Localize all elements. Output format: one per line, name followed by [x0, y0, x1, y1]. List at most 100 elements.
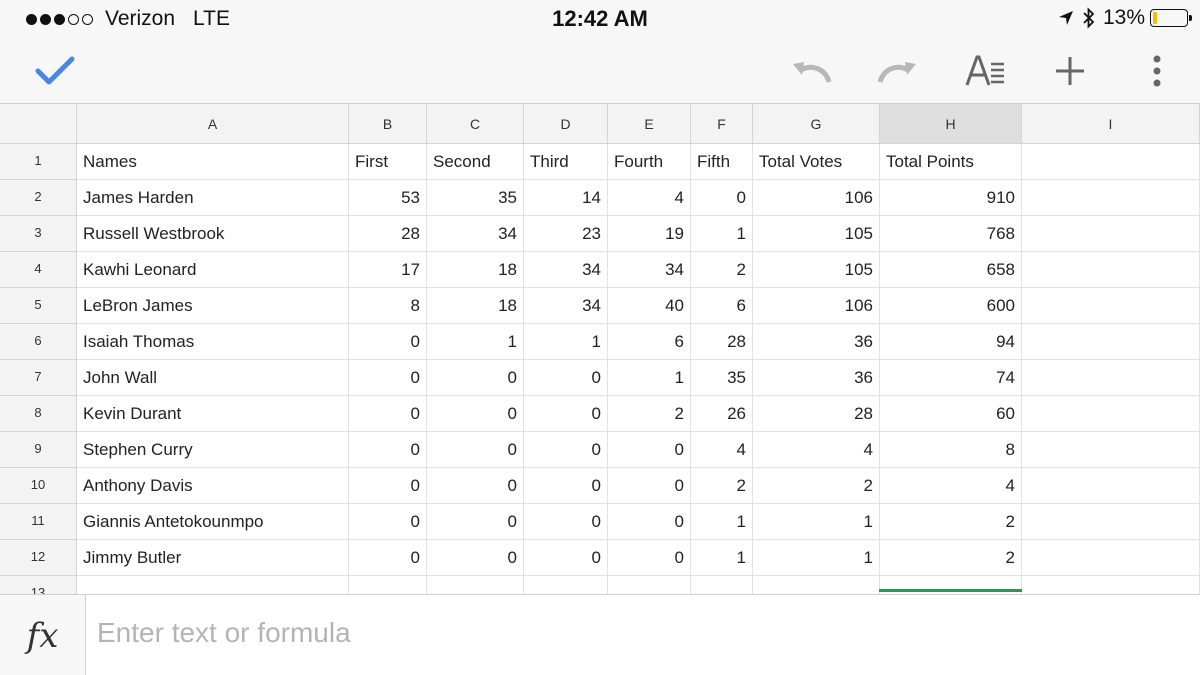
cell-d6[interactable]: 1 [524, 324, 608, 360]
cell-e5[interactable]: 40 [608, 288, 691, 324]
cell-c12[interactable]: 0 [427, 540, 524, 576]
cell-c7[interactable]: 0 [427, 360, 524, 396]
cell-b10[interactable]: 0 [349, 468, 427, 504]
cell-e8[interactable]: 2 [608, 396, 691, 432]
row-header[interactable]: 12 [0, 540, 77, 576]
cell-b8[interactable]: 0 [349, 396, 427, 432]
cell-e9[interactable]: 0 [608, 432, 691, 468]
redo-button[interactable] [873, 46, 923, 96]
cell-i12[interactable] [1022, 540, 1200, 576]
cell-g3[interactable]: 105 [753, 216, 880, 252]
cell-a6[interactable]: Isaiah Thomas [77, 324, 349, 360]
cell-b2[interactable]: 53 [349, 180, 427, 216]
cell-d9[interactable]: 0 [524, 432, 608, 468]
more-options-button[interactable] [1132, 46, 1182, 96]
cell-g8[interactable]: 28 [753, 396, 880, 432]
cell-a3[interactable]: Russell Westbrook [77, 216, 349, 252]
cell-b9[interactable]: 0 [349, 432, 427, 468]
row-header[interactable]: 1 [0, 144, 77, 180]
column-header-a[interactable]: A [77, 104, 349, 144]
cell-b1[interactable]: First [349, 144, 427, 180]
cell-i9[interactable] [1022, 432, 1200, 468]
cell-h12[interactable]: 2 [880, 540, 1022, 576]
cell-d7[interactable]: 0 [524, 360, 608, 396]
cell-f6[interactable]: 28 [691, 324, 753, 360]
cell-e12[interactable]: 0 [608, 540, 691, 576]
row-header[interactable]: 9 [0, 432, 77, 468]
cell-g6[interactable]: 36 [753, 324, 880, 360]
cell-d8[interactable]: 0 [524, 396, 608, 432]
cell-a8[interactable]: Kevin Durant [77, 396, 349, 432]
undo-button[interactable] [786, 46, 836, 96]
formula-input[interactable] [97, 611, 1187, 655]
cell-e11[interactable]: 0 [608, 504, 691, 540]
cell-i6[interactable] [1022, 324, 1200, 360]
cell-h5[interactable]: 600 [880, 288, 1022, 324]
cell-a9[interactable]: Stephen Curry [77, 432, 349, 468]
cell-i8[interactable] [1022, 396, 1200, 432]
row-header[interactable]: 3 [0, 216, 77, 252]
cell-f5[interactable]: 6 [691, 288, 753, 324]
cell-i2[interactable] [1022, 180, 1200, 216]
cell-a2[interactable]: James Harden [77, 180, 349, 216]
cell-e2[interactable]: 4 [608, 180, 691, 216]
row-header[interactable]: 13 [0, 576, 77, 594]
done-button[interactable] [30, 46, 80, 96]
cell-b5[interactable]: 8 [349, 288, 427, 324]
cell-c1[interactable]: Second [427, 144, 524, 180]
cell-e6[interactable]: 6 [608, 324, 691, 360]
cell-h7[interactable]: 74 [880, 360, 1022, 396]
cell-c13[interactable] [427, 576, 524, 594]
spreadsheet-grid[interactable]: ABCDEFGHI 1 Names First Second Third Fourth Fi… [0, 104, 1200, 594]
cell-c5[interactable]: 18 [427, 288, 524, 324]
cell-c9[interactable]: 0 [427, 432, 524, 468]
cell-i11[interactable] [1022, 504, 1200, 540]
cell-h4[interactable]: 658 [880, 252, 1022, 288]
cell-b12[interactable]: 0 [349, 540, 427, 576]
cell-g4[interactable]: 105 [753, 252, 880, 288]
cell-b13[interactable] [349, 576, 427, 594]
cell-g12[interactable]: 1 [753, 540, 880, 576]
cell-g9[interactable]: 4 [753, 432, 880, 468]
cell-h2[interactable]: 910 [880, 180, 1022, 216]
cell-f3[interactable]: 1 [691, 216, 753, 252]
cell-a1[interactable]: Names [77, 144, 349, 180]
cell-c8[interactable]: 0 [427, 396, 524, 432]
cell-e7[interactable]: 1 [608, 360, 691, 396]
cell-i13[interactable] [1022, 576, 1200, 594]
cell-g13[interactable] [753, 576, 880, 594]
insert-button[interactable] [1045, 46, 1095, 96]
cell-c3[interactable]: 34 [427, 216, 524, 252]
cell-d1[interactable]: Third [524, 144, 608, 180]
cell-f7[interactable]: 35 [691, 360, 753, 396]
cell-d5[interactable]: 34 [524, 288, 608, 324]
column-header-c[interactable]: C [427, 104, 524, 144]
row-header[interactable]: 2 [0, 180, 77, 216]
cell-i3[interactable] [1022, 216, 1200, 252]
cell-d4[interactable]: 34 [524, 252, 608, 288]
row-header[interactable]: 8 [0, 396, 77, 432]
cell-i4[interactable] [1022, 252, 1200, 288]
cell-h8[interactable]: 60 [880, 396, 1022, 432]
row-header[interactable]: 10 [0, 468, 77, 504]
row-header[interactable]: 7 [0, 360, 77, 396]
cell-a5[interactable]: LeBron James [77, 288, 349, 324]
cell-a11[interactable]: Giannis Antetokounmpo [77, 504, 349, 540]
column-header-h[interactable]: H [880, 104, 1022, 144]
cell-i10[interactable] [1022, 468, 1200, 504]
cell-f9[interactable]: 4 [691, 432, 753, 468]
cell-b11[interactable]: 0 [349, 504, 427, 540]
cell-d11[interactable]: 0 [524, 504, 608, 540]
cell-d10[interactable]: 0 [524, 468, 608, 504]
cell-h10[interactable]: 4 [880, 468, 1022, 504]
cell-f4[interactable]: 2 [691, 252, 753, 288]
row-header[interactable]: 4 [0, 252, 77, 288]
cell-f8[interactable]: 26 [691, 396, 753, 432]
cell-i7[interactable] [1022, 360, 1200, 396]
cell-c10[interactable]: 0 [427, 468, 524, 504]
cell-e13[interactable] [608, 576, 691, 594]
cell-g11[interactable]: 1 [753, 504, 880, 540]
cell-e3[interactable]: 19 [608, 216, 691, 252]
cell-g10[interactable]: 2 [753, 468, 880, 504]
column-header-f[interactable]: F [691, 104, 753, 144]
